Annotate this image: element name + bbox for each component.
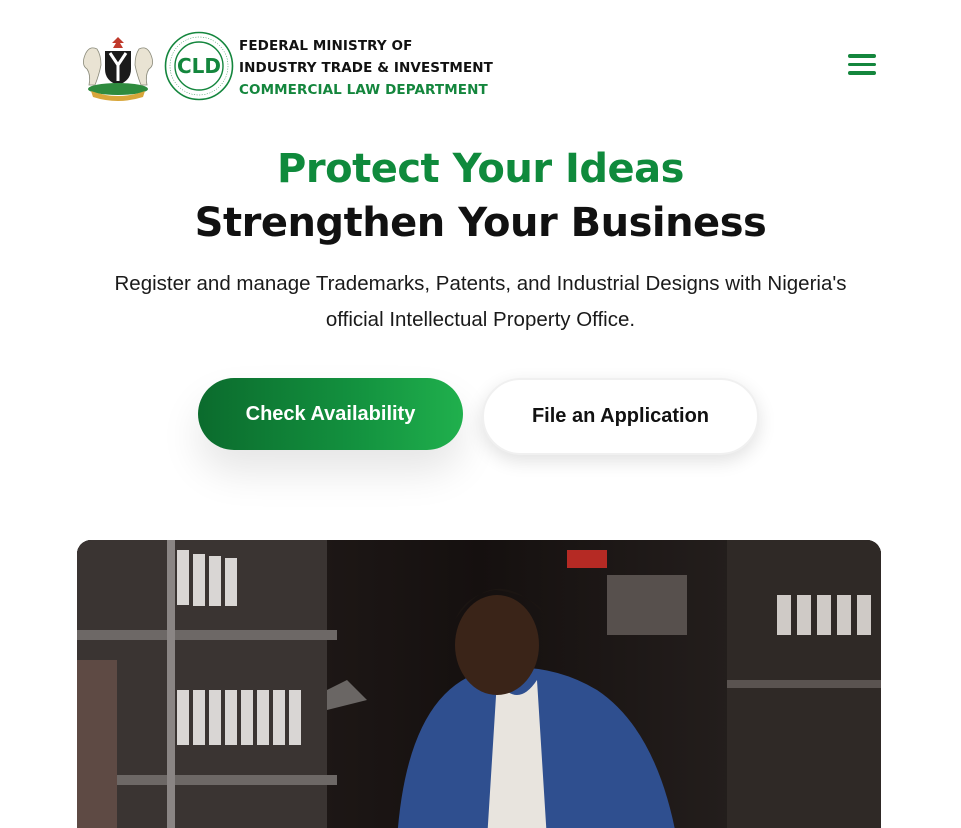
menu-bar — [848, 62, 876, 66]
brand-text: FEDERAL MINISTRY OF INDUSTRY TRADE & INV… — [239, 35, 493, 101]
hero-title-line-2: Strengthen Your Business — [194, 200, 767, 246]
hero-image — [77, 540, 881, 828]
hero-title-line-1: Protect Your Ideas — [277, 146, 684, 192]
cld-seal-logo[interactable]: CLD — [164, 31, 234, 101]
menu-bar — [848, 54, 876, 58]
site-header: CLD FEDERAL MINISTRY OF INDUSTRY TRADE &… — [0, 0, 961, 130]
hero-subtitle: Register and manage Trademarks, Patents,… — [114, 272, 847, 331]
brand-line-3: COMMERCIAL LAW DEPARTMENT — [239, 82, 488, 98]
file-application-button[interactable]: File an Application — [482, 378, 759, 455]
hamburger-menu-icon[interactable] — [846, 54, 878, 80]
cld-seal-text: CLD — [177, 54, 221, 78]
menu-bar — [848, 71, 876, 75]
brand-line-1: FEDERAL MINISTRY OF — [239, 38, 413, 54]
coat-of-arms-logo[interactable] — [77, 33, 159, 101]
brand-line-2: INDUSTRY TRADE & INVESTMENT — [239, 60, 493, 76]
check-availability-button[interactable]: Check Availability — [198, 378, 463, 450]
